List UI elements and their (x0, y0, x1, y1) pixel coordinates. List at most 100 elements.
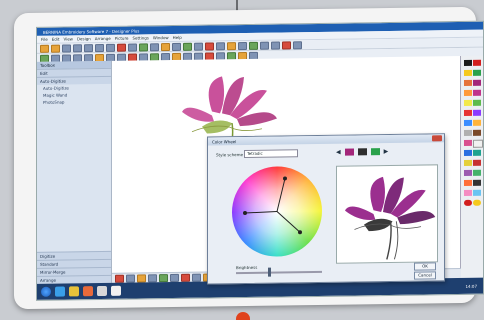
fill-icon[interactable] (249, 41, 258, 50)
style-select[interactable]: Tetradic (244, 149, 298, 159)
media-icon[interactable] (83, 286, 93, 297)
color-swatch[interactable] (473, 169, 481, 176)
bernina-icon[interactable] (97, 285, 107, 297)
monogram-icon[interactable] (238, 41, 247, 50)
mirror-icon[interactable] (271, 41, 280, 50)
color-swatch[interactable] (473, 59, 481, 66)
color-swatch[interactable] (473, 89, 481, 96)
color-swatch[interactable] (464, 119, 472, 126)
color-swatch[interactable] (473, 69, 481, 76)
brightness-slider[interactable] (236, 270, 322, 275)
left-arrow-icon[interactable]: ◀ (336, 149, 341, 156)
folder-icon[interactable] (69, 286, 79, 297)
menu-file[interactable]: File (41, 37, 48, 42)
overview-icon[interactable] (159, 273, 168, 282)
windows-start-icon[interactable] (41, 286, 51, 297)
menu-arrange[interactable]: Arrange (95, 36, 111, 41)
measure-icon[interactable] (194, 42, 203, 51)
record-icon[interactable] (181, 273, 190, 282)
color-swatch[interactable] (473, 189, 481, 196)
menu-picture[interactable]: Picture (115, 36, 129, 41)
cancel-button[interactable]: Cancel (414, 271, 436, 280)
scheme-chip[interactable] (357, 148, 367, 156)
save-icon[interactable] (62, 43, 71, 53)
menu-help[interactable]: Help (173, 35, 182, 40)
color-swatch[interactable] (464, 79, 472, 86)
wheel-handles (243, 176, 302, 235)
color-swatch[interactable] (473, 159, 481, 166)
monitor-bezel: BERNINA Embroidery Software 7 - Designer… (14, 6, 484, 310)
color-palette (460, 55, 483, 278)
tool-photosnap[interactable]: PhotoSnap (37, 98, 111, 106)
style-label: Style scheme (216, 152, 243, 158)
stitch-icon[interactable] (172, 42, 181, 51)
artwork-icon[interactable] (183, 42, 192, 51)
color-swatch[interactable] (464, 189, 472, 196)
flower-preview-image (345, 176, 436, 260)
color-swatch[interactable] (464, 69, 472, 76)
close-icon[interactable] (432, 135, 442, 142)
color-swatch[interactable] (473, 149, 481, 156)
color-swatch[interactable] (473, 109, 481, 116)
color-icon[interactable] (282, 40, 291, 49)
copy-icon[interactable] (95, 43, 104, 52)
color-wheel[interactable] (232, 165, 322, 258)
menu-design[interactable]: Design (77, 36, 91, 41)
stitch-player-icon[interactable] (115, 274, 124, 283)
color-swatch[interactable] (464, 99, 472, 106)
menu-settings[interactable]: Settings (132, 35, 148, 40)
color-swatch[interactable] (464, 159, 472, 166)
color-swatch[interactable] (464, 179, 472, 186)
open-folder-icon[interactable] (51, 44, 60, 53)
color-swatch[interactable] (464, 149, 472, 156)
color-swatch[interactable] (464, 169, 472, 176)
color-scheme-nav: ◀ ▶ (336, 148, 388, 156)
layout-icon[interactable] (148, 273, 157, 282)
ie-icon[interactable] (55, 286, 65, 297)
color-swatch[interactable] (464, 59, 472, 66)
menu-view[interactable]: View (63, 36, 73, 41)
hoop-icon[interactable] (161, 42, 170, 51)
color-swatch[interactable] (473, 199, 481, 206)
properties-icon[interactable] (170, 273, 179, 282)
preview-icon[interactable] (293, 40, 302, 49)
power-indicator (236, 312, 250, 320)
brightness-slider-handle[interactable] (268, 267, 271, 277)
outline-icon[interactable] (260, 41, 269, 50)
color-swatch[interactable] (473, 79, 481, 86)
brightness-label: Brightness (236, 264, 258, 271)
menu-edit[interactable]: Edit (52, 37, 60, 42)
color-swatch[interactable] (473, 119, 481, 126)
select-icon[interactable] (216, 41, 225, 50)
grid-icon[interactable] (150, 42, 159, 51)
stop-icon[interactable] (192, 273, 201, 282)
color-swatch[interactable] (464, 139, 472, 146)
color-swatch[interactable] (473, 129, 481, 136)
print-icon[interactable] (73, 43, 82, 52)
app-icon[interactable] (111, 285, 121, 296)
paste-icon[interactable] (106, 43, 115, 52)
color-swatch[interactable] (464, 199, 472, 206)
color-swatch[interactable] (464, 109, 472, 116)
color-swatch[interactable] (464, 89, 472, 96)
color-swatch[interactable] (473, 99, 481, 106)
delete-icon[interactable] (205, 41, 214, 51)
color-wheel-dialog: Color Wheel Style scheme Tetradic ◀ ▶ Br… (207, 133, 445, 285)
zoom-icon[interactable] (139, 42, 148, 51)
color-swatch[interactable] (464, 129, 472, 136)
scheme-chip[interactable] (344, 148, 354, 156)
undo-icon[interactable] (117, 43, 126, 52)
redo-icon[interactable] (128, 43, 137, 52)
lettering-icon[interactable] (227, 41, 236, 50)
menu-window[interactable]: Window (153, 35, 169, 40)
right-arrow-icon[interactable]: ▶ (384, 148, 389, 155)
scheme-chip[interactable] (370, 148, 380, 156)
new-file-icon[interactable] (40, 44, 49, 53)
ok-button[interactable]: OK (414, 262, 436, 271)
hoop-view-icon[interactable] (126, 274, 135, 283)
color-film-icon[interactable] (137, 273, 146, 283)
color-swatch[interactable] (473, 139, 483, 148)
toolbox-panel: Toolbox Edit Auto-Digitize Auto-Digitize… (37, 60, 112, 284)
color-swatch[interactable] (473, 179, 481, 186)
cut-icon[interactable] (84, 43, 93, 52)
